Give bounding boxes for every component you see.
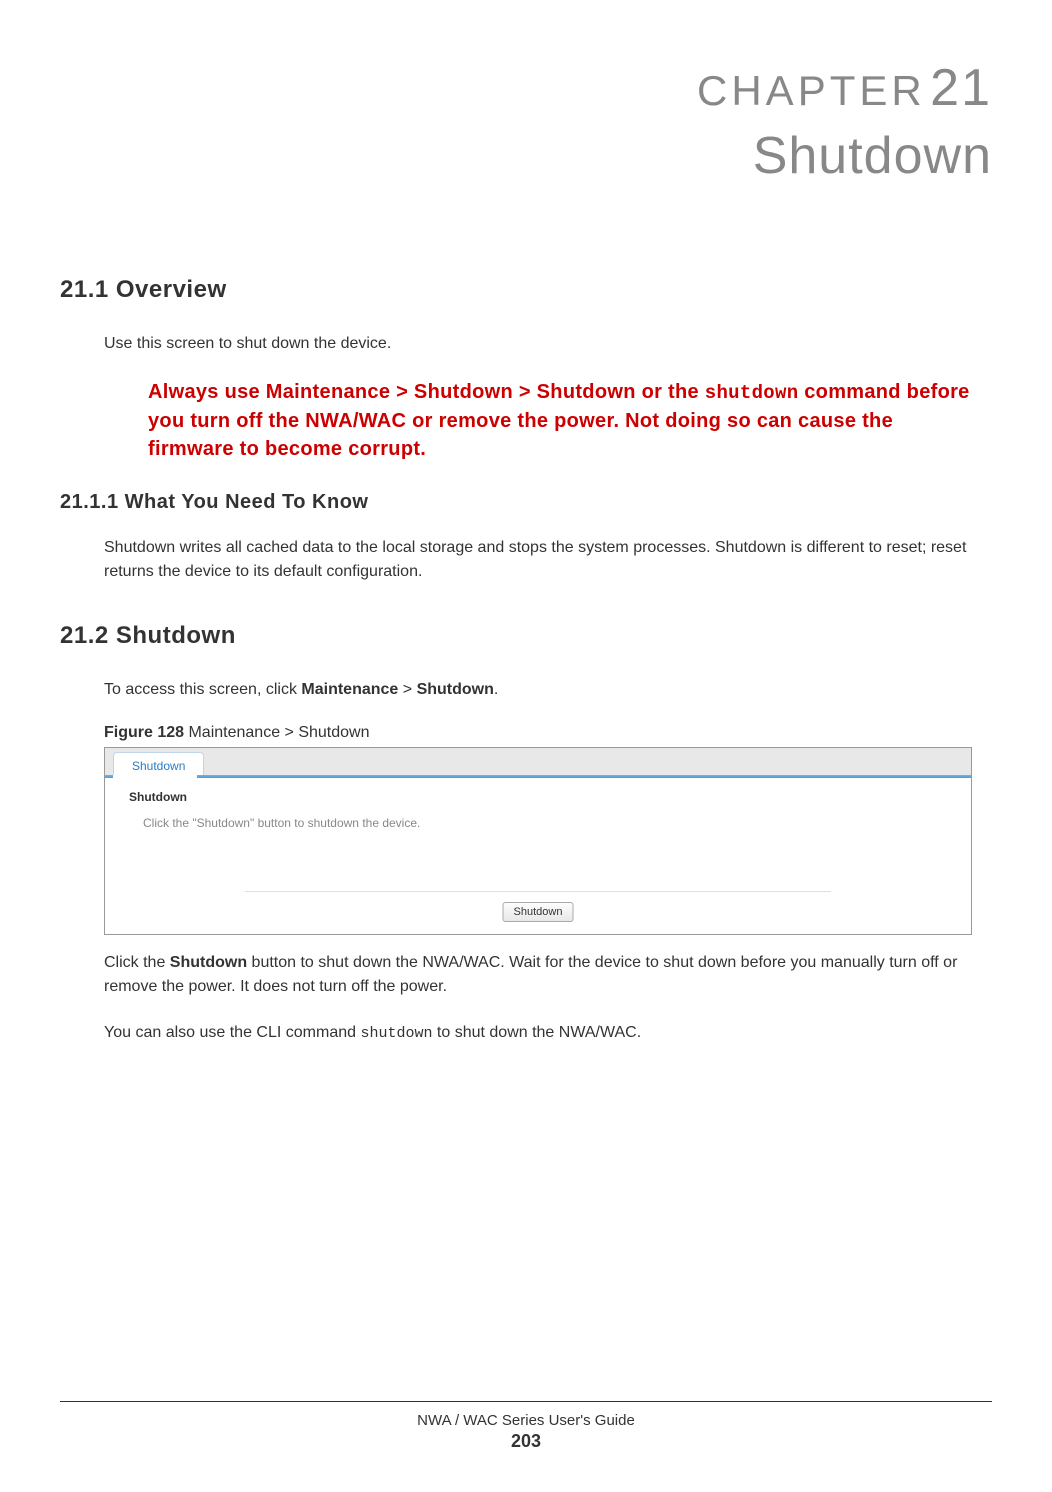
warning-pre: Always use Maintenance > Shutdown > Shut…	[148, 381, 705, 403]
chapter-header: CHAPTER 21 Shutdown	[60, 58, 992, 186]
warning-callout: Always use Maintenance > Shutdown > Shut…	[148, 378, 972, 463]
cli-text: You can also use the CLI command shutdow…	[104, 1021, 992, 1046]
chapter-label-prefix: C	[697, 67, 731, 114]
cli-pre: You can also use the CLI command	[104, 1024, 360, 1041]
panel-divider	[245, 891, 831, 892]
access-bold-shutdown: Shutdown	[417, 681, 494, 698]
cli-code: shutdown	[360, 1025, 432, 1042]
cli-post: to shut down the NWA/WAC.	[432, 1024, 641, 1041]
after-figure-text: Click the Shutdown button to shut down t…	[104, 951, 992, 999]
panel-title: Shutdown	[105, 778, 971, 812]
access-pre: To access this screen, click	[104, 681, 301, 698]
panel-instruction: Click the "Shutdown" button to shutdown …	[105, 812, 971, 830]
access-text: To access this screen, click Maintenance…	[104, 678, 992, 702]
warning-code: shutdown	[705, 382, 799, 404]
access-mid: >	[398, 681, 416, 698]
access-post: .	[494, 681, 498, 698]
access-bold-maintenance: Maintenance	[301, 681, 398, 698]
chapter-label-rest: HAPTER	[731, 67, 925, 114]
figure-caption-text: Maintenance > Shutdown	[184, 724, 369, 741]
after-fig-bold: Shutdown	[170, 954, 247, 971]
tab-underline	[105, 775, 971, 778]
chapter-number: 21	[930, 59, 992, 117]
section-heading-overview: 21.1 Overview	[60, 276, 992, 304]
subsection-heading-know: 21.1.1 What You Need To Know	[60, 491, 992, 514]
chapter-label-line: CHAPTER 21	[60, 58, 992, 118]
tab-underline-gap	[113, 775, 197, 778]
shutdown-button[interactable]: Shutdown	[503, 902, 574, 922]
figure-caption: Figure 128 Maintenance > Shutdown	[104, 724, 992, 742]
section-heading-shutdown: 21.2 Shutdown	[60, 622, 992, 650]
footer-guide-title: NWA / WAC Series User's Guide	[60, 1412, 992, 1429]
tab-bar: Shutdown	[105, 748, 971, 778]
subsection-body: Shutdown writes all cached data to the l…	[104, 536, 992, 584]
section-overview: 21.1 Overview Use this screen to shut do…	[60, 276, 992, 584]
page-footer: NWA / WAC Series User's Guide 203	[60, 1401, 992, 1452]
section-shutdown: 21.2 Shutdown To access this screen, cli…	[60, 622, 992, 1046]
chapter-title: Shutdown	[60, 126, 992, 186]
screenshot-maintenance-shutdown: Shutdown Shutdown Click the "Shutdown" b…	[104, 747, 972, 935]
figure-label: Figure 128	[104, 724, 184, 741]
overview-intro: Use this screen to shut down the device.	[104, 332, 992, 356]
after-fig-pre: Click the	[104, 954, 170, 971]
footer-page-number: 203	[60, 1431, 992, 1452]
